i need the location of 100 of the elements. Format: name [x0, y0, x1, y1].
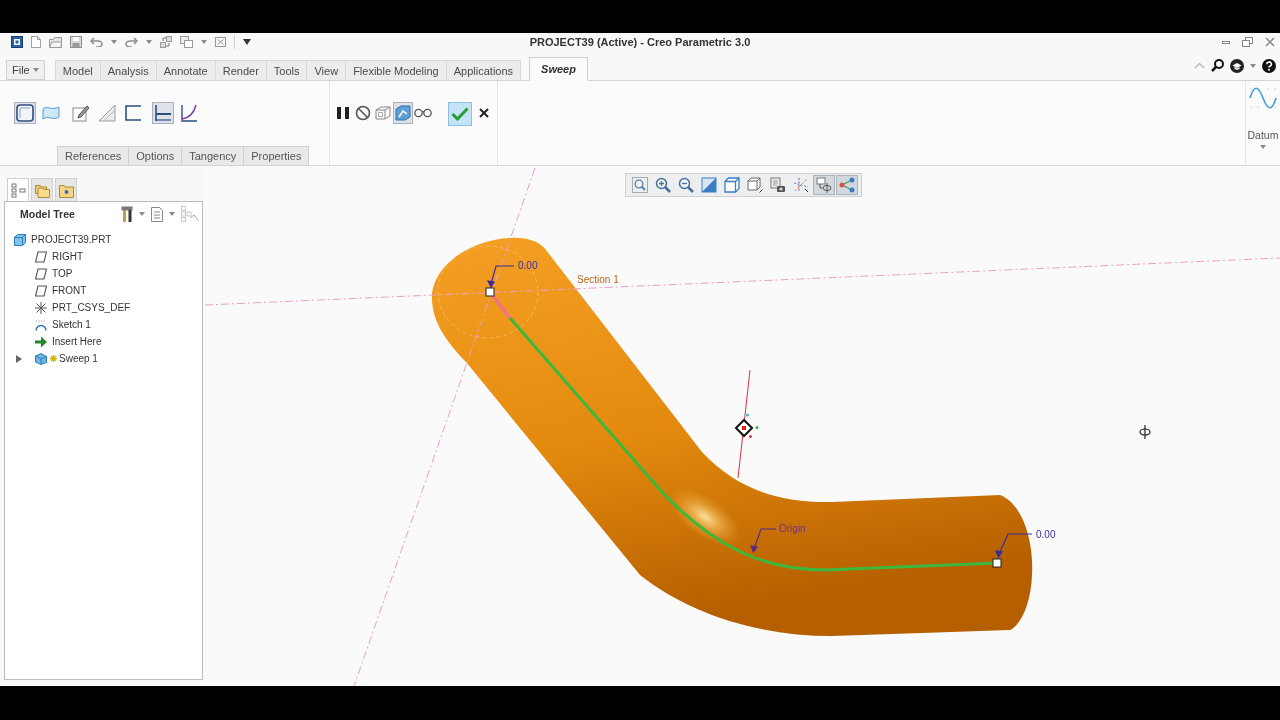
variable-section-button[interactable]	[178, 102, 200, 124]
panel-tab[interactable]: Options	[129, 146, 183, 165]
spin-center-button[interactable]	[813, 175, 835, 195]
point-marker-icon	[485, 287, 495, 297]
saved-views-button[interactable]	[744, 175, 766, 195]
caret-icon[interactable]	[1260, 145, 1266, 149]
pause-icon	[335, 105, 351, 121]
dashed-lines-icon	[793, 177, 809, 193]
tree-item-label[interactable]: FRONT	[52, 285, 87, 296]
constant-section-button[interactable]	[152, 102, 174, 124]
ribbon-tab[interactable]: Tools	[266, 60, 308, 80]
thicken-button[interactable]	[122, 102, 144, 124]
ribbon-tab[interactable]: Render	[215, 60, 267, 80]
prohibit-icon	[355, 105, 371, 121]
panel-tab[interactable]: References	[57, 146, 130, 165]
windows-icon[interactable]	[180, 36, 193, 48]
ribbon-tab[interactable]: Analysis	[100, 60, 157, 80]
axes-icon	[35, 301, 47, 314]
nodes-icon	[839, 177, 855, 193]
caret-icon	[32, 68, 39, 72]
ribbon-tab[interactable]: Flexible Modeling	[346, 60, 447, 80]
undo-icon[interactable]	[90, 37, 103, 47]
folder-icon	[58, 182, 74, 198]
ribbon-tab[interactable]: Model	[54, 60, 101, 80]
remove-material-button[interactable]	[96, 102, 118, 124]
redo-icon[interactable]	[125, 37, 138, 47]
wireframe-icon	[375, 105, 391, 121]
caret-icon[interactable]	[169, 212, 175, 216]
search-icon[interactable]	[1211, 59, 1224, 72]
dropdown-icon[interactable]	[243, 39, 251, 45]
shaded-preview-icon	[395, 105, 411, 121]
leader-arrow	[486, 265, 515, 289]
model-viewport[interactable]: 0.00 Section 1 Origin 0.00	[203, 166, 1280, 686]
caret-icon[interactable]	[139, 212, 145, 216]
horizontal-line-icon	[154, 104, 172, 122]
close-window-icon[interactable]	[215, 37, 226, 47]
glasses-icon	[414, 108, 432, 118]
app-icon[interactable]	[11, 36, 23, 48]
leader-arrow	[750, 528, 777, 554]
ribbon-tab[interactable]: Applications	[446, 60, 522, 80]
plane-icon	[35, 284, 47, 297]
panel-title: Model Tree	[20, 208, 75, 220]
file-menu-button[interactable]: File	[6, 60, 45, 80]
caret-icon[interactable]	[111, 40, 117, 44]
regenerate-icon[interactable]	[160, 36, 172, 48]
caret-icon[interactable]	[146, 40, 152, 44]
verify-button[interactable]	[393, 102, 413, 124]
plane-icon	[35, 267, 47, 280]
display-style-button[interactable]	[721, 175, 743, 195]
origin-label: Origin	[779, 523, 806, 534]
ribbon-tab[interactable]: View	[307, 60, 347, 80]
open-folder-icon[interactable]	[49, 36, 62, 48]
restore-icon[interactable]	[1242, 37, 1253, 47]
solid-button[interactable]	[14, 102, 36, 124]
tree-item-label[interactable]: Insert Here	[52, 336, 102, 347]
wedge-icon	[98, 104, 116, 122]
panel-tab[interactable]: Tangency	[182, 146, 245, 165]
tree-item-label[interactable]: TOP	[52, 268, 73, 279]
folder-browser-tab[interactable]	[31, 178, 53, 201]
caret-icon[interactable]	[201, 40, 207, 44]
model-tree-tab[interactable]	[7, 178, 29, 201]
checkmark-icon	[451, 107, 469, 121]
plane-icon	[35, 250, 47, 263]
close-icon	[479, 108, 489, 118]
part-icon	[14, 233, 26, 246]
zoom-fit-icon	[632, 177, 648, 193]
tree-item-label[interactable]: PROJECT39.PRT	[31, 234, 112, 245]
tree-item-label[interactable]: Sketch 1	[52, 319, 91, 330]
ribbon-tab[interactable]: Sweep	[529, 57, 588, 81]
panel-tab[interactable]: Properties	[244, 146, 310, 165]
tree-item-label[interactable]: RIGHT	[52, 251, 84, 262]
spin-center-icon	[816, 177, 832, 193]
point-marker-icon	[992, 558, 1002, 568]
expand-arrow-icon[interactable]	[16, 354, 22, 363]
caret-icon[interactable]	[1250, 63, 1256, 68]
hammer-icon[interactable]	[121, 206, 133, 222]
cap-icon[interactable]	[1230, 58, 1244, 73]
new-file-icon[interactable]	[31, 36, 41, 48]
surface-patch-icon	[42, 104, 60, 122]
tree-item-label[interactable]: Sweep 1	[59, 353, 98, 364]
favorites-tab[interactable]	[55, 178, 77, 201]
save-icon[interactable]	[70, 36, 82, 48]
close-icon[interactable]	[1265, 37, 1275, 47]
ribbon-tab[interactable]: Annotate	[156, 60, 216, 80]
tree-item-label[interactable]: PRT_CSYS_DEF	[52, 302, 131, 313]
minimize-icon[interactable]	[1222, 40, 1230, 44]
zoom-fit-button[interactable]	[629, 175, 651, 195]
help-icon[interactable]	[1262, 58, 1276, 73]
camera-icon	[770, 177, 786, 193]
annotation-display-button[interactable]	[836, 175, 858, 195]
repaint-icon	[701, 177, 717, 193]
cube-icon	[724, 177, 740, 193]
repaint-button[interactable]	[698, 175, 720, 195]
dimension-value: 0.00	[518, 260, 538, 271]
arc-icon	[35, 318, 47, 331]
list-icon[interactable]	[151, 206, 163, 222]
datum-button[interactable]: Datum	[1247, 87, 1279, 141]
folders-icon	[34, 182, 50, 198]
csys-marker-icon	[734, 413, 759, 438]
chevron-up-icon[interactable]	[1194, 62, 1205, 69]
